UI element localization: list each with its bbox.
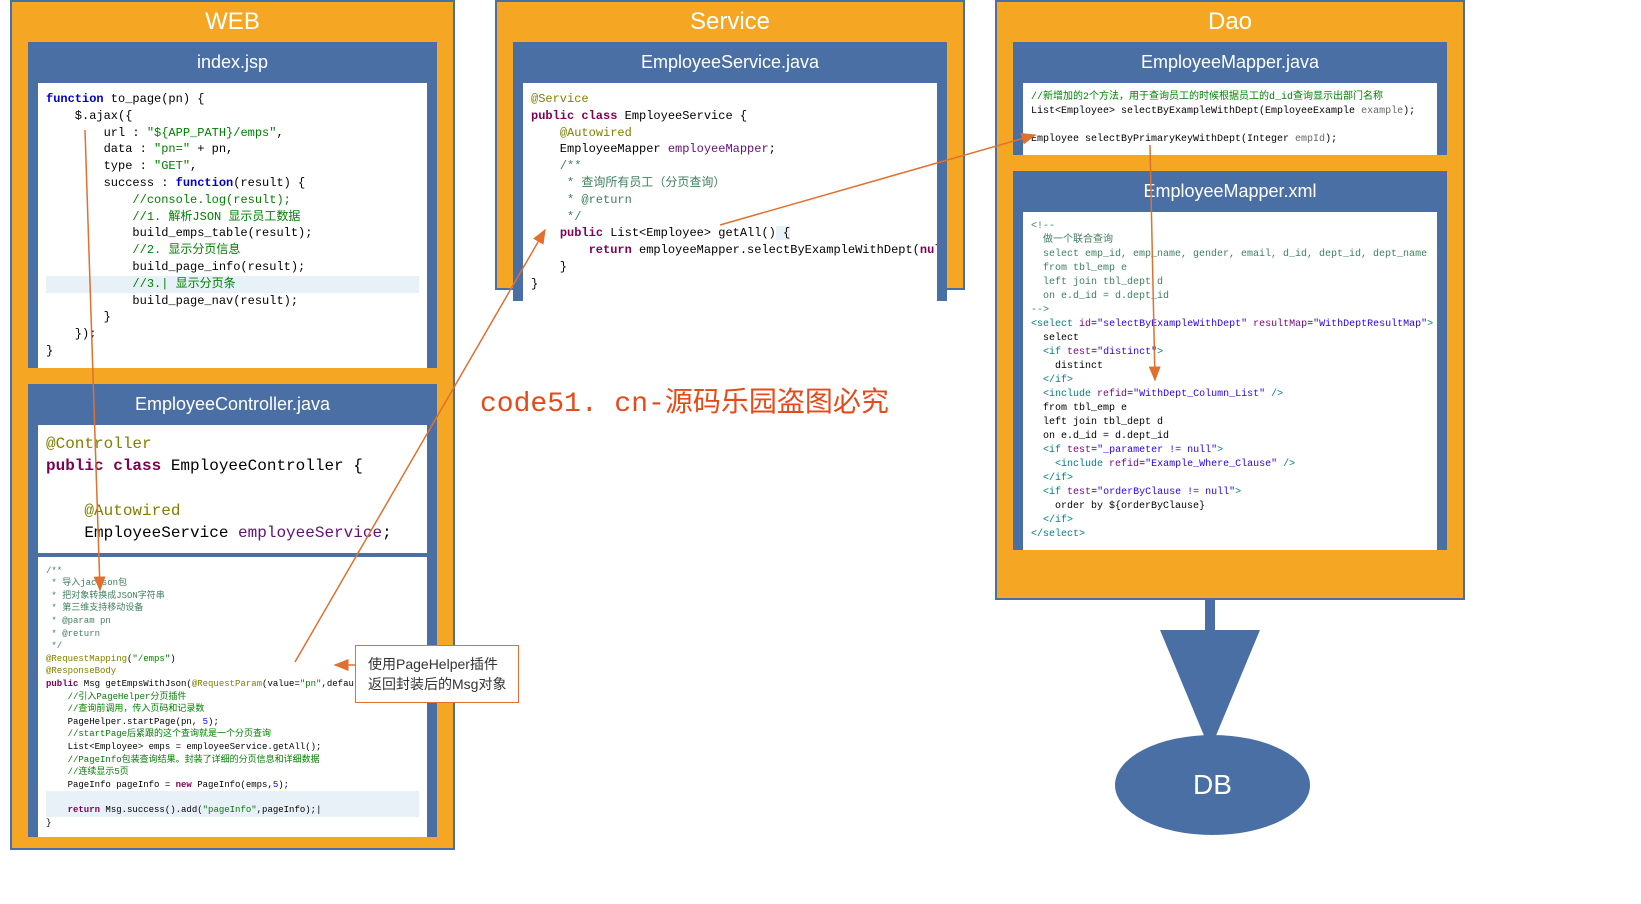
note-line2: 返回封装后的Msg对象 xyxy=(368,674,506,694)
dao-layer-title: Dao xyxy=(997,2,1463,42)
mapperjava-title: EmployeeMapper.java xyxy=(1013,42,1447,83)
indexjsp-code: function to_page(pn) { $.ajax({ url : "$… xyxy=(38,83,427,368)
note-box: 使用PageHelper插件 返回封装后的Msg对象 xyxy=(355,645,519,703)
employeeservice-code: @Service public class EmployeeService { … xyxy=(523,83,937,301)
controller-title: EmployeeController.java xyxy=(28,384,437,425)
indexjsp-panel: index.jsp function to_page(pn) { $.ajax(… xyxy=(28,42,437,368)
mapperxml-panel: EmployeeMapper.xml <!-- 做一个联合查询 select e… xyxy=(1013,171,1447,550)
note-line1: 使用PageHelper插件 xyxy=(368,654,506,674)
mapperxml-code: <!-- 做一个联合查询 select emp_id, emp_name, ge… xyxy=(1023,212,1437,550)
db-ellipse: DB xyxy=(1115,735,1310,835)
indexjsp-title: index.jsp xyxy=(28,42,437,83)
employeeservice-panel: EmployeeService.java @Service public cla… xyxy=(513,42,947,301)
mapperjava-code: //新增加的2个方法，用于查询员工的时候根据员工的d_id查询显示出部门名称 L… xyxy=(1023,83,1437,155)
mapperxml-title: EmployeeMapper.xml xyxy=(1013,171,1447,212)
controller-code-header: @Controller public class EmployeeControl… xyxy=(38,425,427,553)
web-layer: WEB index.jsp function to_page(pn) { $.a… xyxy=(10,0,455,850)
db-label: DB xyxy=(1193,769,1232,801)
dao-layer: Dao EmployeeMapper.java //新增加的2个方法，用于查询员… xyxy=(995,0,1465,600)
mapperjava-panel: EmployeeMapper.java //新增加的2个方法，用于查询员工的时候… xyxy=(1013,42,1447,155)
service-layer: Service EmployeeService.java @Service pu… xyxy=(495,0,965,290)
service-layer-title: Service xyxy=(497,2,963,42)
employeeservice-title: EmployeeService.java xyxy=(513,42,947,83)
web-layer-title: WEB xyxy=(12,2,453,42)
watermark-text: code51. cn-源码乐园盗图必究 xyxy=(480,380,889,420)
controller-panel: EmployeeController.java @Controller publ… xyxy=(28,384,437,837)
